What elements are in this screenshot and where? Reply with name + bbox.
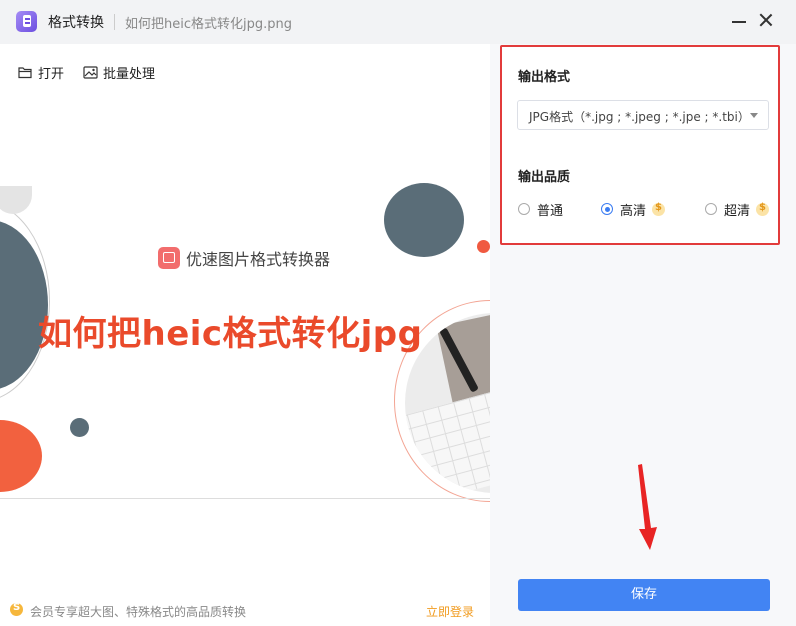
- open-label: 打开: [38, 66, 65, 82]
- title-bar: 格式转换 如何把heic格式转化jpg.png: [0, 0, 796, 44]
- decor-circle: [0, 220, 48, 390]
- format-select-value: JPG格式（*.jpg ; *.jpeg ; *.jpe ; *.tbi）: [529, 110, 750, 124]
- batch-process-button[interactable]: 批量处理: [83, 62, 155, 82]
- radio-icon: [518, 203, 530, 215]
- vip-coin-icon: [652, 202, 666, 216]
- divider: [0, 498, 490, 499]
- batch-label: 批量处理: [103, 66, 156, 82]
- radio-icon: [705, 203, 717, 215]
- coin-icon: [10, 602, 23, 616]
- decor-circle: [0, 420, 42, 492]
- decor-dot: [477, 240, 490, 253]
- quality-label: 高清: [620, 203, 647, 219]
- brand: 优速图片格式转换器: [158, 246, 330, 270]
- quality-option-normal[interactable]: 普通: [518, 200, 564, 219]
- quality-option-uhd[interactable]: 超清: [705, 200, 770, 219]
- app-title: 格式转换: [48, 15, 104, 31]
- chevron-down-icon: [750, 113, 758, 118]
- image-icon: [83, 65, 98, 79]
- footer-bar: 会员专享超大图、特殊格式的高品质转换 立即登录: [0, 600, 490, 626]
- minimize-button[interactable]: [729, 10, 749, 30]
- decor-shape: [0, 186, 32, 214]
- app-logo-icon: [16, 11, 37, 32]
- close-button[interactable]: [756, 10, 776, 30]
- quality-label: 超清: [724, 203, 751, 219]
- toolbar: 打开 批量处理: [0, 44, 490, 100]
- keyboard: [405, 390, 490, 493]
- brand-logo-icon: [158, 247, 180, 269]
- preview-headline: 如何把heic格式转化jpg: [38, 314, 423, 354]
- quality-label: 普通: [537, 203, 564, 219]
- file-name: 如何把heic格式转化jpg.png: [125, 17, 292, 32]
- decor-circle: [384, 183, 464, 257]
- open-button[interactable]: 打开: [18, 62, 64, 82]
- image-preview: 优速图片格式转换器 如何把heic格式转化jpg: [0, 100, 490, 600]
- output-quality-label: 输出品质: [518, 170, 571, 185]
- brand-text: 优速图片格式转换器: [186, 250, 331, 269]
- member-promo-text: 会员专享超大图、特殊格式的高品质转换: [30, 605, 247, 619]
- format-select[interactable]: JPG格式（*.jpg ; *.jpeg ; *.jpe ; *.tbi）: [517, 100, 769, 130]
- folder-icon: [18, 66, 32, 78]
- output-format-label: 输出格式: [518, 70, 571, 85]
- quality-option-hd[interactable]: 高清: [601, 200, 666, 219]
- login-link[interactable]: 立即登录: [426, 603, 474, 620]
- save-button[interactable]: 保存: [518, 579, 770, 611]
- decor-dot: [70, 418, 89, 437]
- title-separator: [114, 14, 115, 30]
- radio-checked-icon: [601, 203, 613, 215]
- vip-coin-icon: [756, 202, 770, 216]
- red-arrow-annotation: [638, 464, 657, 550]
